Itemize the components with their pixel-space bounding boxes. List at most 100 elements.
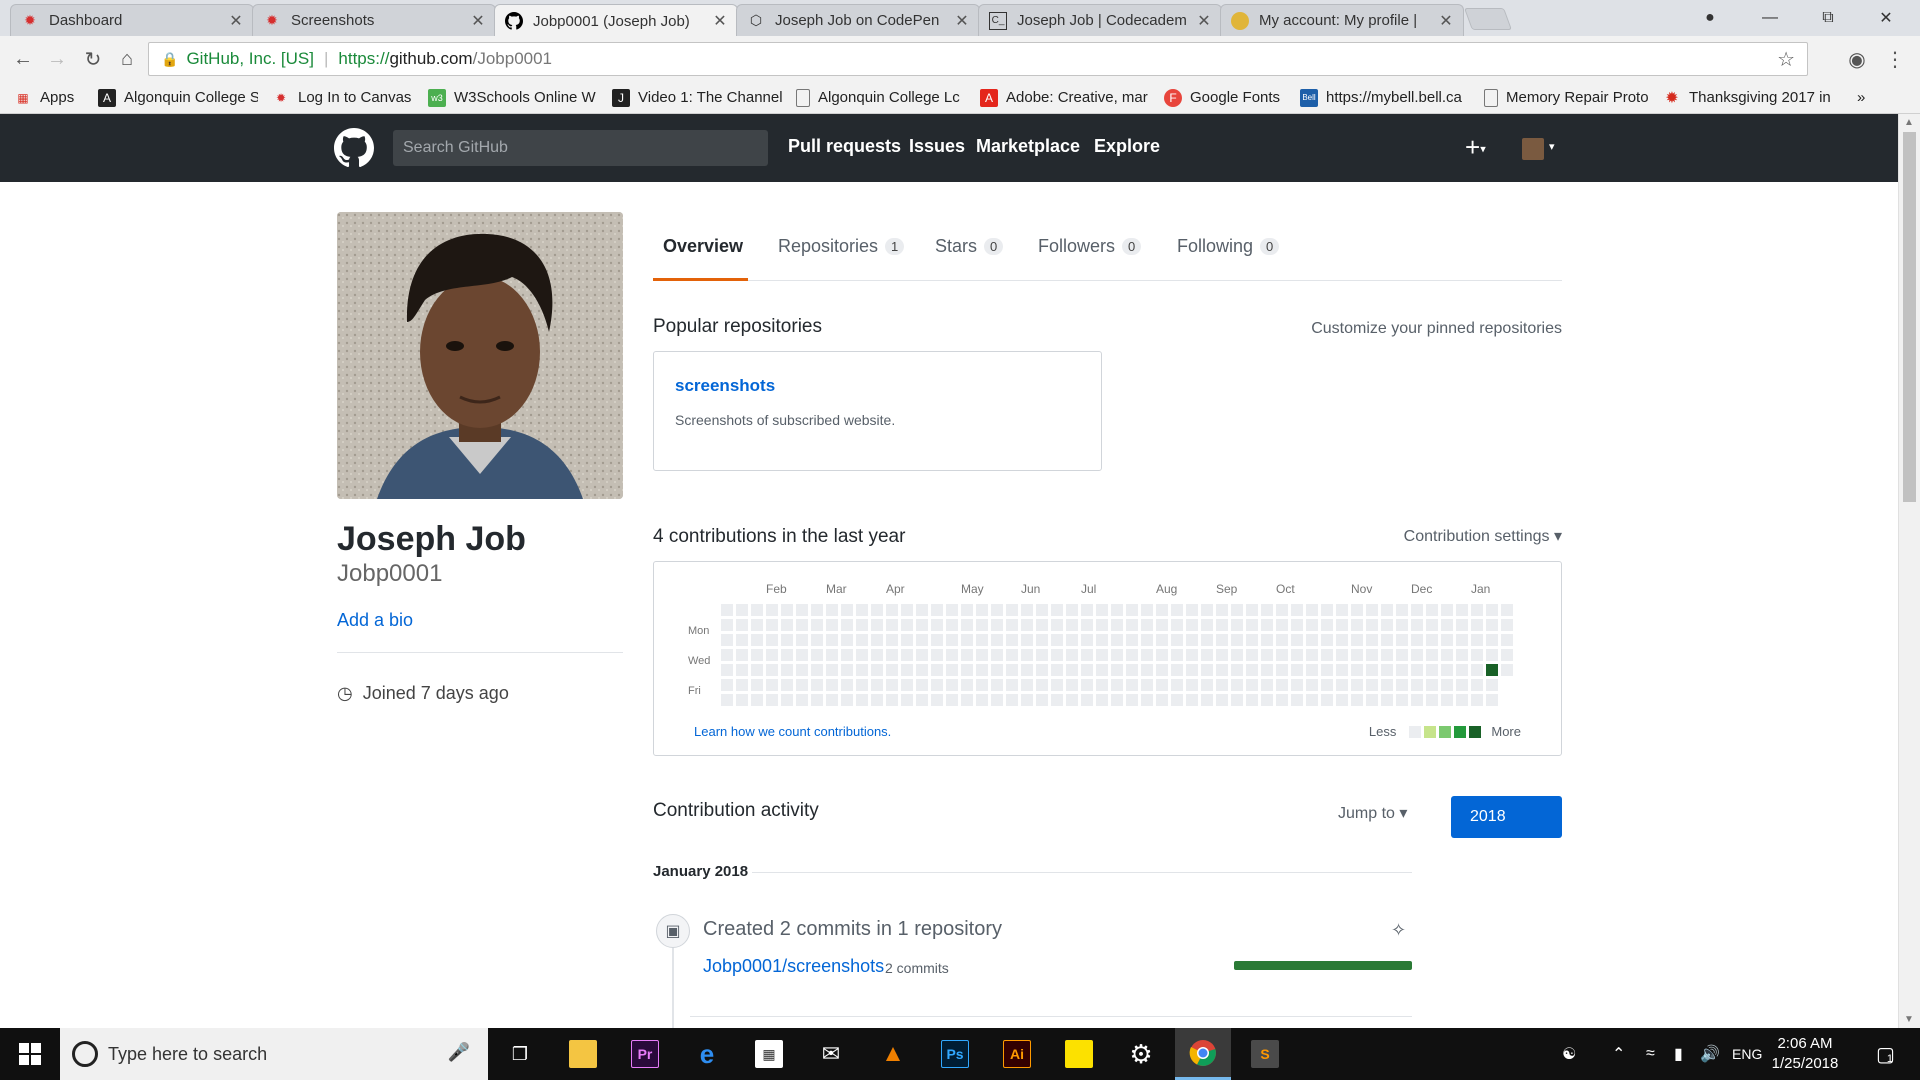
- contribution-cell[interactable]: [886, 664, 898, 676]
- contribution-cell[interactable]: [886, 634, 898, 646]
- contribution-cell[interactable]: [1006, 604, 1018, 616]
- contribution-cell[interactable]: [1291, 604, 1303, 616]
- tab-followers[interactable]: Followers 0: [1038, 236, 1142, 257]
- contribution-cell[interactable]: [1171, 694, 1183, 706]
- contribution-cell[interactable]: [1186, 679, 1198, 691]
- contribution-cell[interactable]: [841, 619, 853, 631]
- contribution-cell[interactable]: [1156, 619, 1168, 631]
- bookmarks-overflow-icon[interactable]: »: [1857, 89, 1877, 106]
- contribution-cell[interactable]: [961, 604, 973, 616]
- contribution-cell[interactable]: [1426, 694, 1438, 706]
- contribution-cell[interactable]: [1396, 664, 1408, 676]
- contribution-cell[interactable]: [1141, 619, 1153, 631]
- contribution-cell[interactable]: [1381, 604, 1393, 616]
- contribution-cell[interactable]: [751, 649, 763, 661]
- contribution-cell[interactable]: [1126, 664, 1138, 676]
- contribution-cell[interactable]: [1336, 679, 1348, 691]
- contribution-cell[interactable]: [1201, 649, 1213, 661]
- site-certificate[interactable]: GitHub, Inc. [US]: [186, 49, 314, 69]
- contribution-cell[interactable]: [736, 619, 748, 631]
- contribution-cell[interactable]: [1051, 694, 1063, 706]
- contribution-cell[interactable]: [1486, 694, 1498, 706]
- contribution-cell[interactable]: [1276, 634, 1288, 646]
- contribution-cell[interactable]: [1216, 694, 1228, 706]
- tab-following[interactable]: Following 0: [1177, 236, 1280, 257]
- contribution-cell[interactable]: [841, 604, 853, 616]
- contribution-cell[interactable]: [721, 619, 733, 631]
- contribution-cell[interactable]: [1321, 634, 1333, 646]
- contribution-cell[interactable]: [1021, 604, 1033, 616]
- contribution-cell[interactable]: [1051, 634, 1063, 646]
- contribution-cell[interactable]: [1171, 619, 1183, 631]
- contribution-cell[interactable]: [1321, 664, 1333, 676]
- contribution-cell[interactable]: [1216, 619, 1228, 631]
- contribution-cell[interactable]: [991, 694, 1003, 706]
- contribution-cell[interactable]: [1456, 679, 1468, 691]
- user-avatar-small[interactable]: [1522, 138, 1544, 160]
- tab-repositories[interactable]: Repositories 1: [778, 236, 905, 257]
- contribution-cell[interactable]: [766, 679, 778, 691]
- contribution-cell[interactable]: [1411, 649, 1423, 661]
- contribution-cell[interactable]: [1051, 649, 1063, 661]
- bookmark-adobe[interactable]: A Adobe: Creative, mar: [980, 88, 1150, 107]
- contribution-cell[interactable]: [976, 604, 988, 616]
- contribution-cell[interactable]: [1231, 679, 1243, 691]
- contribution-cell[interactable]: [1186, 694, 1198, 706]
- contribution-cell[interactable]: [901, 619, 913, 631]
- contribution-cell[interactable]: [796, 634, 808, 646]
- contribution-cell[interactable]: [961, 634, 973, 646]
- menu-dots-icon[interactable]: ⋮: [1880, 44, 1910, 74]
- contribution-cell[interactable]: [1381, 634, 1393, 646]
- scroll-up-icon[interactable]: ▲: [1904, 117, 1914, 128]
- contribution-cell[interactable]: [1276, 604, 1288, 616]
- contribution-cell[interactable]: [1486, 664, 1498, 676]
- contribution-cell[interactable]: [1036, 604, 1048, 616]
- contribution-cell[interactable]: [1231, 649, 1243, 661]
- contribution-cell[interactable]: [1366, 694, 1378, 706]
- contribution-cell[interactable]: [841, 694, 853, 706]
- contribution-cell[interactable]: [1051, 619, 1063, 631]
- contribution-cell[interactable]: [1156, 679, 1168, 691]
- contribution-cell[interactable]: [1066, 619, 1078, 631]
- contribution-cell[interactable]: [1306, 649, 1318, 661]
- contribution-cell[interactable]: [1261, 619, 1273, 631]
- browser-tab-codepen[interactable]: ⬡ Joseph Job on CodePen ✕: [736, 4, 980, 36]
- contribution-cell[interactable]: [826, 634, 838, 646]
- learn-contributions-link[interactable]: Learn how we count contributions.: [694, 724, 891, 739]
- address-bar[interactable]: 🔒 GitHub, Inc. [US] | https://github.com…: [148, 42, 1808, 76]
- contribution-cell[interactable]: [1351, 679, 1363, 691]
- contribution-cell[interactable]: [1351, 649, 1363, 661]
- contribution-cell[interactable]: [751, 619, 763, 631]
- contribution-cell[interactable]: [1096, 694, 1108, 706]
- contribution-cell[interactable]: [1216, 604, 1228, 616]
- browser-tab-dashboard[interactable]: ✹ Dashboard ✕: [10, 4, 254, 36]
- contribution-cell[interactable]: [991, 619, 1003, 631]
- contribution-cell[interactable]: [1366, 649, 1378, 661]
- tab-stars[interactable]: Stars 0: [935, 236, 1004, 257]
- contribution-cell[interactable]: [1246, 694, 1258, 706]
- contribution-cell[interactable]: [1036, 679, 1048, 691]
- contribution-cell[interactable]: [751, 694, 763, 706]
- contribution-cell[interactable]: [901, 664, 913, 676]
- contribution-cell[interactable]: [946, 604, 958, 616]
- contribution-cell[interactable]: [781, 694, 793, 706]
- contribution-cell[interactable]: [721, 604, 733, 616]
- contribution-cell[interactable]: [1126, 679, 1138, 691]
- nav-explore[interactable]: Explore: [1094, 136, 1160, 157]
- contribution-cell[interactable]: [871, 679, 883, 691]
- contribution-cell[interactable]: [796, 694, 808, 706]
- contribution-cell[interactable]: [1471, 649, 1483, 661]
- contribution-cell[interactable]: [736, 679, 748, 691]
- contribution-cell[interactable]: [1381, 664, 1393, 676]
- contribution-cell[interactable]: [856, 604, 868, 616]
- contribution-cell[interactable]: [1201, 619, 1213, 631]
- contribution-cell[interactable]: [916, 619, 928, 631]
- file-explorer-icon[interactable]: [555, 1028, 611, 1080]
- contribution-cell[interactable]: [1276, 619, 1288, 631]
- contribution-cell[interactable]: [1411, 634, 1423, 646]
- contribution-cell[interactable]: [1246, 664, 1258, 676]
- contribution-cell[interactable]: [1066, 604, 1078, 616]
- contribution-cell[interactable]: [1351, 694, 1363, 706]
- reload-icon[interactable]: ↻: [78, 44, 108, 74]
- page-scrollbar[interactable]: ▲ ▼: [1898, 114, 1920, 1028]
